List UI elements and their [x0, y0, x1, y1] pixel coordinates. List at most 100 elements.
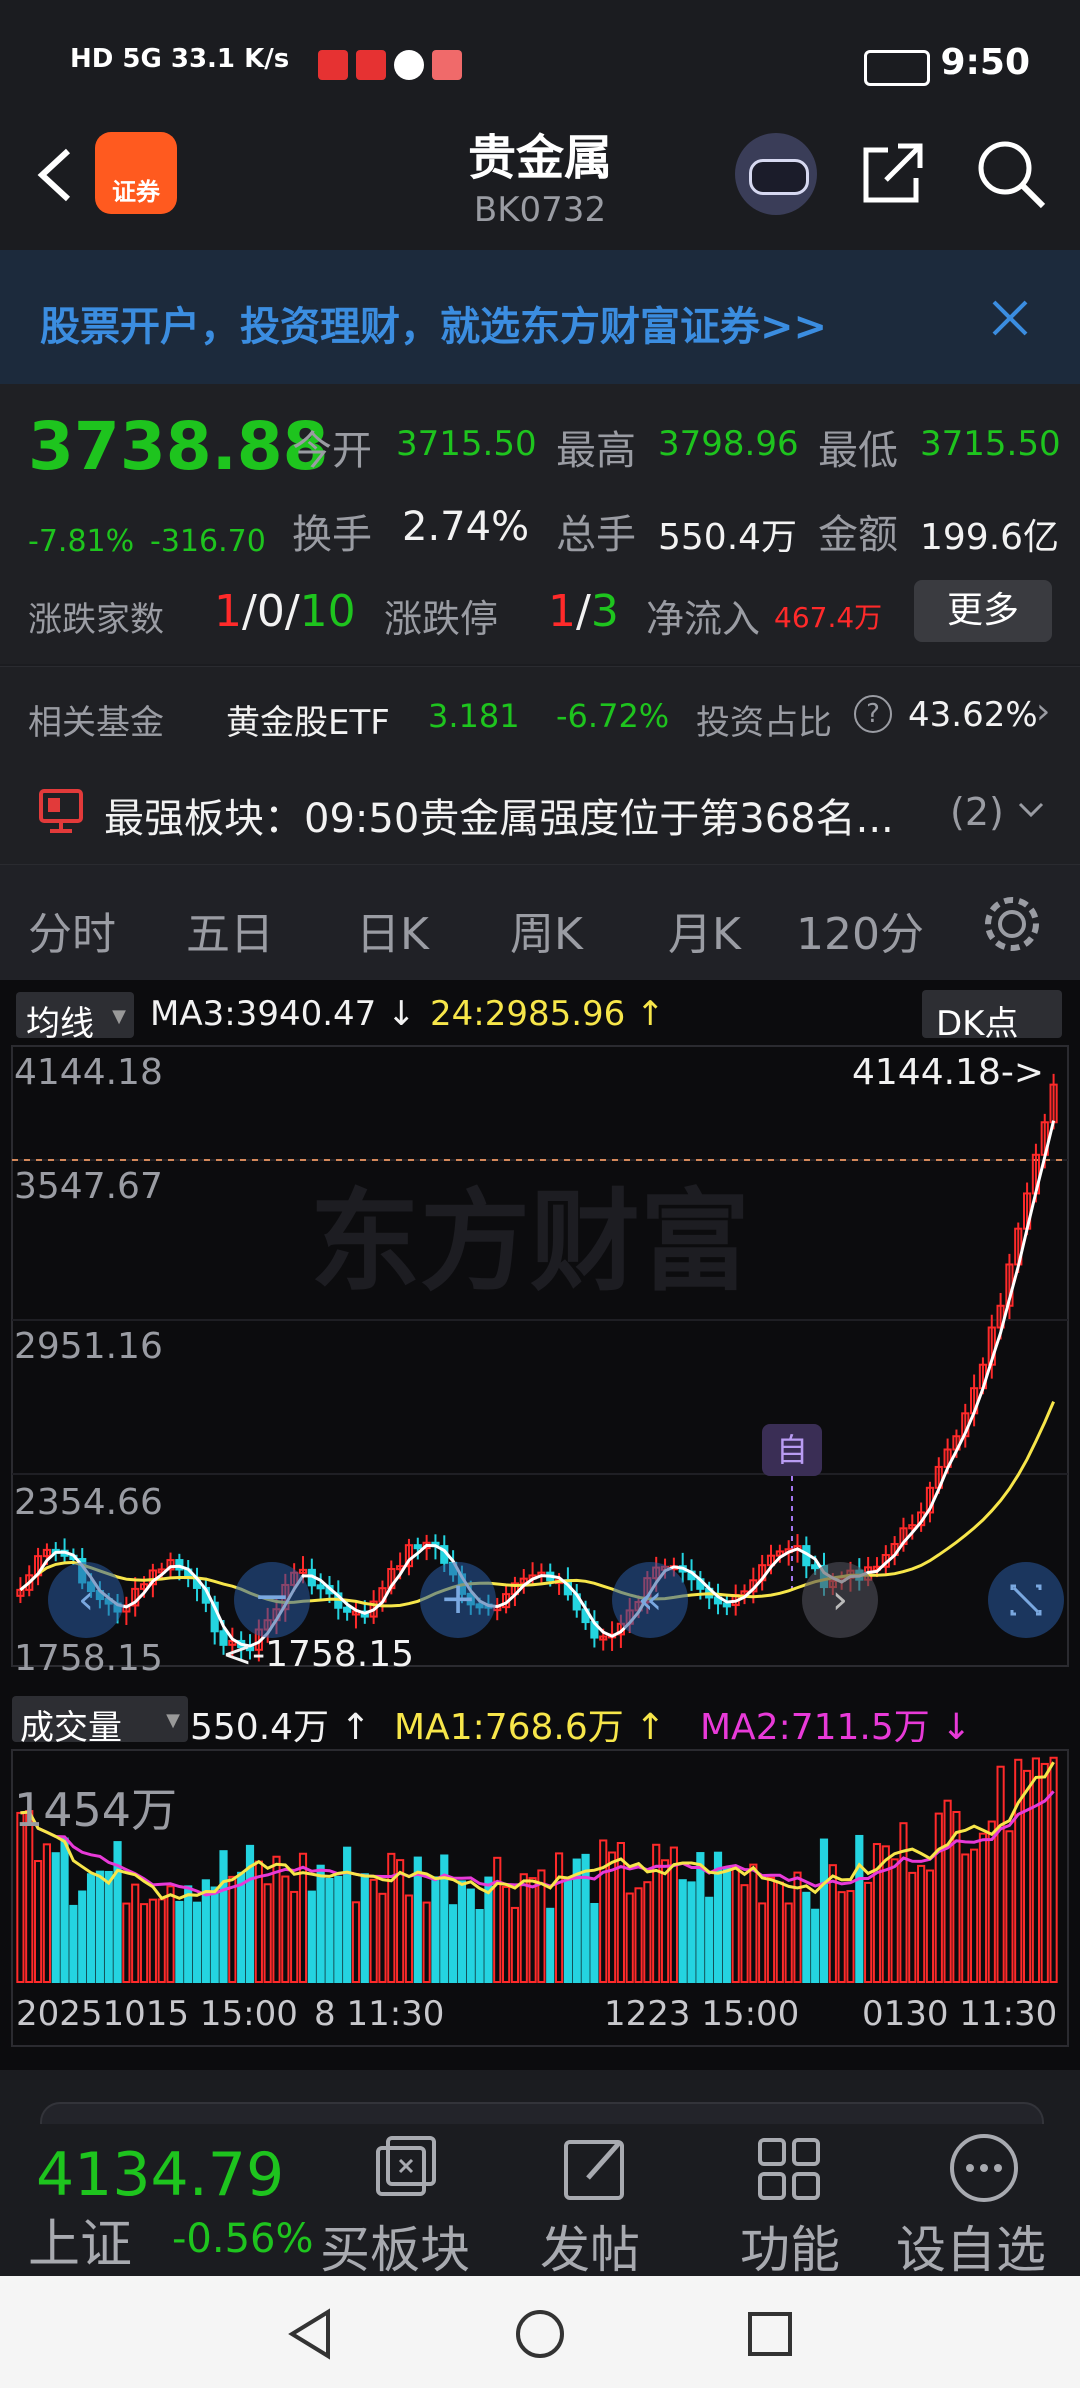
- volume-bar: [1031, 1757, 1041, 1983]
- volume-bar: [272, 1855, 281, 1983]
- share-icon[interactable]: [858, 138, 928, 208]
- kline-chart-svg[interactable]: 东方财富: [0, 980, 1080, 2070]
- volume-bar: [60, 1837, 69, 1984]
- volume-bar: [537, 1869, 546, 1983]
- volume-bar: [987, 1820, 996, 1984]
- amount-label: 金额: [818, 512, 898, 558]
- volume-bar: [1023, 1769, 1032, 1983]
- candle-body: [343, 1606, 352, 1613]
- close-icon[interactable]: [990, 298, 1030, 338]
- volume-bar: [766, 1876, 776, 1983]
- tab-daily-k[interactable]: 日K: [356, 898, 429, 962]
- volume-bar: [113, 1841, 122, 1984]
- volume-bar: [978, 1832, 988, 1983]
- dk-point-button[interactable]: DK点: [922, 990, 1062, 1044]
- buy-board-button[interactable]: 买板块: [320, 2210, 470, 2282]
- strong-board-text[interactable]: 最强板块：09:50贵金属强度位于第368名...: [104, 786, 894, 844]
- chevron-down-icon[interactable]: [1016, 798, 1046, 822]
- function-grid-icon[interactable]: [752, 2132, 828, 2208]
- volume-bar: [625, 1892, 634, 1984]
- function-button[interactable]: 功能: [740, 2210, 840, 2282]
- system-nav-bar: [0, 2276, 1080, 2388]
- buy-board-icon[interactable]: [366, 2130, 446, 2210]
- strong-board-row[interactable]: 最强板块：09:50贵金属强度位于第368名... (2): [0, 766, 1080, 864]
- search-icon[interactable]: [975, 138, 1047, 210]
- chart-left-button[interactable]: ‹: [48, 1562, 124, 1638]
- volume-bar: [925, 1869, 935, 1984]
- volume-bar: [899, 1822, 908, 1984]
- nav-recent-icon[interactable]: [742, 2306, 798, 2362]
- nav-home-icon[interactable]: [512, 2306, 568, 2362]
- ma-selector[interactable]: 均线 ▼: [16, 992, 134, 1044]
- volume-bar: [961, 1853, 970, 1984]
- volume-bar: [51, 1852, 60, 1983]
- x-label-4: 0130 11:30: [862, 1994, 1058, 2034]
- volume-bar: [263, 1883, 272, 1983]
- volume-bar: [69, 1904, 78, 1984]
- volume-bar: [175, 1900, 184, 1983]
- volume-bar: [166, 1885, 175, 1983]
- change-value: -316.70: [150, 524, 266, 559]
- limit-counts: 1/3: [548, 586, 619, 637]
- robot-assistant-icon[interactable]: [735, 133, 817, 215]
- ma24-value: 24:2985.96 ↑: [430, 994, 665, 1034]
- kline-chart-area[interactable]: 东方财富 均线 ▼ MA3:3940.47 ↓ 24:2985.96 ↑ DK点…: [0, 980, 1080, 2070]
- more-button[interactable]: 更多: [914, 580, 1052, 642]
- chevron-right-icon[interactable]: ›: [1036, 691, 1050, 732]
- volume-bar: [457, 1880, 467, 1984]
- status-left: HD 5G 33.1 K/s: [70, 44, 290, 74]
- fund-name[interactable]: 黄金股ETF: [226, 695, 390, 744]
- updown-label: 涨跌家数: [28, 600, 164, 640]
- chart-right-button[interactable]: ›: [802, 1562, 878, 1638]
- volume-bar: [819, 1838, 829, 1984]
- self-select-marker[interactable]: 自: [762, 1424, 822, 1476]
- x-label-1: 20251015 15:00: [16, 1994, 298, 2034]
- add-watchlist-button[interactable]: 设自选: [896, 2210, 1046, 2282]
- up-count: 1: [214, 586, 242, 637]
- inflow-label: 净流入: [646, 597, 761, 641]
- volume-bar: [210, 1886, 219, 1983]
- volume-bar: [502, 1885, 511, 1983]
- help-icon[interactable]: ?: [854, 695, 892, 733]
- tab-120min[interactable]: 120分: [796, 898, 924, 962]
- fullscreen-icon[interactable]: [988, 1562, 1064, 1638]
- volume-bar: [660, 1859, 670, 1984]
- dk-label: DK点: [936, 1004, 1019, 1044]
- zoom-out-button[interactable]: −: [234, 1562, 310, 1638]
- volume-bar: [237, 1871, 246, 1983]
- more-circle-icon[interactable]: [946, 2130, 1022, 2206]
- vol-value: 550.4万 ↑: [190, 1707, 371, 1748]
- fund-pct: -6.72%: [556, 697, 670, 735]
- open-value: 3715.50: [396, 424, 537, 464]
- drawer-handle[interactable]: [40, 2102, 1044, 2124]
- index-price[interactable]: 4134.79: [36, 2140, 284, 2210]
- nav-back-icon[interactable]: [282, 2306, 338, 2362]
- post-icon[interactable]: [558, 2130, 638, 2210]
- volume-bar: [731, 1866, 740, 1983]
- tab-intraday[interactable]: 分时: [28, 898, 116, 962]
- related-fund-row[interactable]: 相关基金 黄金股ETF 3.181 -6.72% 投资占比 ? 43.62% ›: [0, 666, 1080, 767]
- volume-bar: [881, 1845, 890, 1984]
- chart-rewind-button[interactable]: «: [612, 1562, 688, 1638]
- updown-counts: 1/0/10: [214, 586, 356, 637]
- post-button[interactable]: 发帖: [540, 2210, 640, 2282]
- account-banner[interactable]: 股票开户，投资理财，就选东方财富证券>>: [0, 250, 1080, 384]
- zoom-in-button[interactable]: +: [420, 1562, 496, 1638]
- indicator-selector[interactable]: 成交量 ▼: [12, 1696, 188, 1748]
- volume-label: 总手: [556, 512, 636, 558]
- tab-five-day[interactable]: 五日: [186, 898, 274, 962]
- high-label: 最高: [556, 428, 636, 474]
- app-notification-icons: [318, 50, 478, 80]
- volume-bar: [554, 1852, 564, 1984]
- settings-gear-icon[interactable]: [980, 892, 1044, 956]
- volume-bar: [33, 1860, 43, 1984]
- tab-monthly-k[interactable]: 月K: [668, 898, 741, 962]
- banner-text[interactable]: 股票开户，投资理财，就选东方财富证券>>: [40, 294, 827, 352]
- volume-bar: [307, 1890, 316, 1983]
- tab-weekly-k[interactable]: 周K: [510, 898, 583, 962]
- limit-label: 涨跌停: [384, 597, 499, 641]
- volume-bar: [519, 1873, 528, 1983]
- volume-bar: [325, 1877, 334, 1984]
- vol-ma2: MA2:711.5万 ↓: [700, 1707, 972, 1748]
